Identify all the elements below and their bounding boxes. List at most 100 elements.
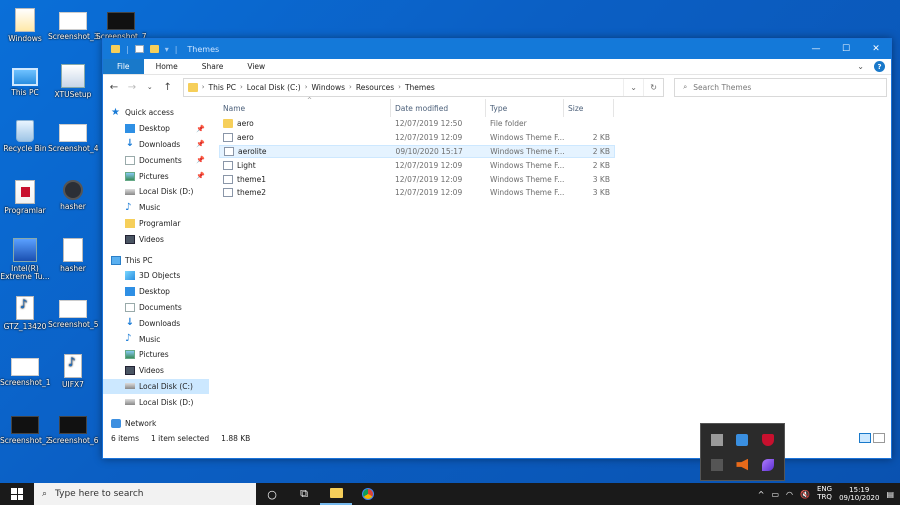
customize-toolbar-icon[interactable]: ▾ — [165, 45, 169, 54]
desktop-icon-gtz[interactable]: GTZ_13420 — [0, 296, 50, 331]
language-indicator[interactable]: ENG TRQ — [817, 486, 832, 501]
monitor-icon[interactable] — [710, 433, 723, 446]
nav-qa-programlar[interactable]: Programlar — [103, 216, 209, 232]
desktop-icon-hasher[interactable]: hasher — [48, 180, 98, 211]
desktop-icon-screenshot-4[interactable]: Screenshot_4 — [48, 120, 99, 153]
nav-pc-music[interactable]: ♪ Music — [103, 331, 209, 347]
desktop-icon-screenshot-1[interactable]: Screenshot_1 — [0, 354, 51, 387]
nav-qa-downloads[interactable]: ↓ Downloads 📌 — [103, 137, 209, 153]
title-bar[interactable]: | ▾ | Themes — ☐ ✕ — [103, 39, 891, 59]
nav-quick-access[interactable]: ★ Quick access — [103, 105, 209, 121]
desktop-icon-uifx7[interactable]: UIFX7 — [48, 354, 98, 389]
nav-pc-videos[interactable]: Videos — [103, 363, 209, 379]
breadcrumb-local-disk-c[interactable]: Local Disk (C:) — [247, 83, 301, 92]
taskbar-search-input[interactable]: Type here to search — [55, 489, 143, 499]
nav-qa-local-disk-d[interactable]: Local Disk (D:) — [103, 184, 209, 200]
battery-icon[interactable]: ▭ — [771, 490, 779, 499]
bluetooth-icon[interactable] — [710, 458, 723, 471]
cortana-icon[interactable]: ○ — [256, 483, 288, 505]
volume-muted-icon[interactable]: 🔇 — [800, 490, 810, 499]
wifi-icon[interactable]: ◠ — [786, 490, 793, 499]
close-button[interactable]: ✕ — [861, 39, 891, 59]
desktop-icon-screenshot-5[interactable]: Screenshot_5 — [48, 296, 99, 329]
file-row-selected[interactable]: aerolite 09/10/2020 15:17 Windows Theme … — [219, 144, 615, 159]
file-row[interactable]: aero 12/07/2019 12:50 File folder — [219, 117, 615, 131]
nav-network[interactable]: Network — [103, 415, 209, 430]
desktop-icon-hasher-file[interactable]: hasher — [48, 238, 98, 273]
nav-qa-pictures[interactable]: Pictures 📌 — [103, 168, 209, 184]
column-header-type[interactable]: Type — [486, 99, 564, 117]
desktop-icon-windows[interactable]: Windows — [0, 8, 50, 43]
audio-app-icon[interactable] — [736, 458, 749, 471]
desktop-icon-recycle-bin[interactable]: Recycle Bin — [0, 120, 50, 153]
nav-pc-local-disk-d[interactable]: Local Disk (D:) — [103, 394, 209, 410]
nav-qa-documents[interactable]: Documents 📌 — [103, 152, 209, 168]
expand-ribbon-icon[interactable]: ⌄ — [857, 62, 864, 71]
feather-icon[interactable] — [762, 458, 775, 471]
column-header-date-modified[interactable]: Date modified — [391, 99, 486, 117]
search-box[interactable]: ⌕ Search Themes — [674, 77, 887, 97]
minimize-button[interactable]: — — [801, 39, 831, 59]
chat-icon[interactable] — [736, 433, 749, 446]
details-view-icon[interactable] — [859, 433, 871, 443]
nav-pc-local-disk-c[interactable]: Local Disk (C:) — [103, 378, 209, 395]
column-header-name[interactable]: Name — [219, 99, 391, 117]
desktop-icon-screenshot-2[interactable]: Screenshot_2 — [0, 412, 51, 445]
desktop-icon-this-pc[interactable]: This PC — [0, 64, 50, 97]
nav-qa-desktop[interactable]: Desktop 📌 — [103, 121, 209, 137]
desktop-icon-intel-xtu[interactable]: Intel(R) Extreme Tu... — [0, 238, 50, 281]
properties-icon[interactable] — [134, 45, 144, 53]
tab-view[interactable]: View — [235, 59, 277, 74]
desktop-icon-screenshot-7[interactable]: Screenshot_7 — [96, 8, 147, 41]
show-hidden-icons-icon[interactable]: ^ — [758, 490, 765, 499]
back-button[interactable]: ← — [107, 82, 121, 93]
file-row[interactable]: Light 12/07/2019 12:09 Windows Theme F..… — [219, 158, 615, 172]
forward-button[interactable]: → — [125, 82, 139, 93]
clock[interactable]: 15:19 09/10/2020 — [839, 486, 879, 502]
nav-qa-music[interactable]: ♪ Music — [103, 200, 209, 216]
file-row[interactable]: theme2 12/07/2019 12:09 Windows Theme F.… — [219, 186, 615, 200]
large-icons-view-icon[interactable] — [873, 433, 885, 443]
file-row[interactable]: aero 12/07/2019 12:09 Windows Theme F...… — [219, 131, 615, 145]
task-view-icon[interactable]: ⧉ — [288, 483, 320, 505]
breadcrumb-windows[interactable]: Windows — [312, 83, 345, 92]
tab-home[interactable]: Home — [144, 59, 190, 74]
desktop-icon-screenshot-3[interactable]: Screenshot_3 — [48, 8, 99, 41]
breadcrumb-themes[interactable]: Themes — [405, 83, 435, 92]
breadcrumb-this-pc[interactable]: This PC — [209, 83, 236, 92]
nav-qa-videos[interactable]: Videos — [103, 231, 209, 247]
tab-share[interactable]: Share — [190, 59, 236, 74]
shield-icon[interactable] — [762, 433, 775, 446]
taskbar-search-box[interactable]: ⌕ Type here to search — [34, 483, 256, 505]
file-explorer-taskbar-icon[interactable] — [320, 483, 352, 505]
up-button[interactable]: ↑ — [161, 82, 175, 93]
maximize-button[interactable]: ☐ — [831, 39, 861, 59]
nav-pc-documents[interactable]: Documents — [103, 300, 209, 316]
nav-pc-pictures[interactable]: Pictures — [103, 347, 209, 363]
desktop-icon-programlar[interactable]: Programlar — [0, 180, 50, 215]
address-dropdown-icon[interactable]: ⌄ — [623, 78, 643, 96]
tray-overflow-popup — [700, 423, 785, 481]
refresh-icon[interactable]: ↻ — [643, 78, 663, 96]
help-icon[interactable]: ? — [874, 61, 885, 72]
nav-this-pc[interactable]: This PC — [103, 252, 209, 268]
file-row[interactable]: theme1 12/07/2019 12:09 Windows Theme F.… — [219, 172, 615, 186]
tab-file[interactable]: File — [103, 59, 144, 74]
notifications-icon[interactable]: ▤ — [886, 490, 894, 499]
cube-icon — [125, 271, 135, 281]
nav-pc-3d-objects[interactable]: 3D Objects — [103, 268, 209, 284]
chrome-icon[interactable] — [352, 483, 384, 505]
breadcrumb-resources[interactable]: Resources — [356, 83, 394, 92]
quick-access-toolbar: | ▾ | — [111, 45, 177, 54]
nav-pc-desktop[interactable]: Desktop — [103, 284, 209, 300]
search-input[interactable]: Search Themes — [693, 83, 751, 92]
new-folder-icon[interactable] — [149, 45, 159, 53]
start-button[interactable] — [0, 483, 34, 505]
image-icon — [11, 416, 39, 434]
recent-locations-button[interactable]: ⌄ — [143, 83, 157, 91]
desktop-icon-xtusetup[interactable]: XTUSetup — [48, 64, 98, 99]
column-header-size[interactable]: Size — [564, 99, 614, 117]
address-bar[interactable]: › This PC › Local Disk (C:) › Windows › … — [182, 77, 665, 97]
nav-pc-downloads[interactable]: ↓ Downloads — [103, 315, 209, 331]
desktop-icon-screenshot-6[interactable]: Screenshot_6 — [48, 412, 99, 445]
